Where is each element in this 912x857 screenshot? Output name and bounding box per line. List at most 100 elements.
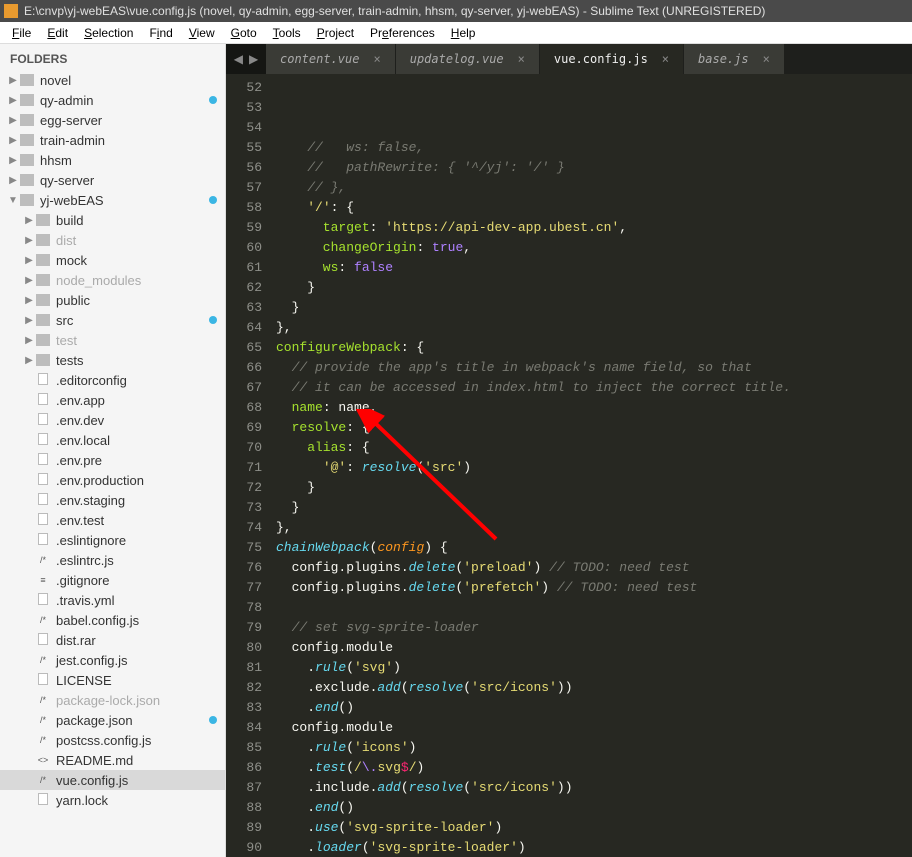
code-content[interactable]: // ws: false, // pathRewrite: { '^/yj': … <box>276 74 912 857</box>
menu-find[interactable]: Find <box>141 24 180 42</box>
sidebar[interactable]: FOLDERS ▶novel▶qy-admin▶egg-server▶train… <box>0 44 226 857</box>
code-line[interactable]: } <box>276 298 912 318</box>
file-item[interactable]: /*jest.config.js <box>0 650 225 670</box>
chevron-right-icon[interactable]: ▶ <box>24 335 34 346</box>
chevron-right-icon[interactable]: ▶ <box>8 95 18 106</box>
menu-help[interactable]: Help <box>443 24 484 42</box>
menu-preferences[interactable]: Preferences <box>362 24 443 42</box>
folder-item[interactable]: ▶qy-server <box>0 170 225 190</box>
code-line[interactable]: config.module <box>276 638 912 658</box>
folder-item[interactable]: ▶train-admin <box>0 130 225 150</box>
file-item[interactable]: .env.test <box>0 510 225 530</box>
folder-item[interactable]: ▶hhsm <box>0 150 225 170</box>
menu-tools[interactable]: Tools <box>265 24 309 42</box>
chevron-down-icon[interactable]: ▼ <box>8 195 18 206</box>
code-line[interactable]: config.plugins.delete('prefetch') // TOD… <box>276 578 912 598</box>
code-line[interactable]: // provide the app's title in webpack's … <box>276 358 912 378</box>
folder-item[interactable]: ▶node_modules <box>0 270 225 290</box>
chevron-right-icon[interactable]: ▶ <box>249 52 258 66</box>
folder-item[interactable]: ▶qy-admin <box>0 90 225 110</box>
file-item[interactable]: .eslintignore <box>0 530 225 550</box>
code-line[interactable]: .include.add(resolve('src/icons')) <box>276 778 912 798</box>
file-item[interactable]: /*package-lock.json <box>0 690 225 710</box>
code-line[interactable]: // }, <box>276 178 912 198</box>
chevron-right-icon[interactable]: ▶ <box>8 175 18 186</box>
code-line[interactable]: .rule('icons') <box>276 738 912 758</box>
folder-item[interactable]: ▶mock <box>0 250 225 270</box>
menu-selection[interactable]: Selection <box>76 24 141 42</box>
code-line[interactable]: }, <box>276 318 912 338</box>
code-line[interactable]: config.module <box>276 718 912 738</box>
code-line[interactable]: config.plugins.delete('preload') // TODO… <box>276 558 912 578</box>
chevron-right-icon[interactable]: ▶ <box>24 235 34 246</box>
tab-nav[interactable]: ◀ ▶ <box>226 44 266 74</box>
code-line[interactable]: .end() <box>276 798 912 818</box>
code-line[interactable]: .end() <box>276 698 912 718</box>
folder-tree[interactable]: ▶novel▶qy-admin▶egg-server▶train-admin▶h… <box>0 70 225 810</box>
folder-item[interactable]: ▶src <box>0 310 225 330</box>
folder-item[interactable]: ▶dist <box>0 230 225 250</box>
code-line[interactable]: configureWebpack: { <box>276 338 912 358</box>
chevron-right-icon[interactable]: ▶ <box>8 135 18 146</box>
folder-item[interactable]: ▶test <box>0 330 225 350</box>
code-line[interactable]: } <box>276 498 912 518</box>
code-line[interactable]: } <box>276 278 912 298</box>
code-line[interactable]: .loader('svg-sprite-loader') <box>276 838 912 857</box>
chevron-right-icon[interactable]: ▶ <box>8 115 18 126</box>
menu-file[interactable]: File <box>4 24 39 42</box>
chevron-right-icon[interactable]: ▶ <box>24 355 34 366</box>
code-line[interactable]: ws: false <box>276 258 912 278</box>
file-item[interactable]: yarn.lock <box>0 790 225 810</box>
folder-item[interactable]: ▶tests <box>0 350 225 370</box>
file-item[interactable]: /*vue.config.js <box>0 770 225 790</box>
code-line[interactable]: .exclude.add(resolve('src/icons')) <box>276 678 912 698</box>
code-line[interactable]: .rule('svg') <box>276 658 912 678</box>
chevron-right-icon[interactable]: ▶ <box>24 315 34 326</box>
file-item[interactable]: .travis.yml <box>0 590 225 610</box>
folder-item[interactable]: ▶egg-server <box>0 110 225 130</box>
close-icon[interactable]: × <box>373 52 380 66</box>
chevron-right-icon[interactable]: ▶ <box>24 275 34 286</box>
file-item[interactable]: .env.local <box>0 430 225 450</box>
file-item[interactable]: .env.pre <box>0 450 225 470</box>
close-icon[interactable]: × <box>518 52 525 66</box>
code-line[interactable]: // it can be accessed in index.html to i… <box>276 378 912 398</box>
code-line[interactable]: changeOrigin: true, <box>276 238 912 258</box>
file-item[interactable]: /*postcss.config.js <box>0 730 225 750</box>
code-line[interactable] <box>276 598 912 618</box>
file-item[interactable]: LICENSE <box>0 670 225 690</box>
file-item[interactable]: .env.staging <box>0 490 225 510</box>
code-line[interactable]: '/': { <box>276 198 912 218</box>
folder-item[interactable]: ▼yj-webEAS <box>0 190 225 210</box>
code-line[interactable]: .use('svg-sprite-loader') <box>276 818 912 838</box>
menu-goto[interactable]: Goto <box>223 24 265 42</box>
chevron-right-icon[interactable]: ▶ <box>24 255 34 266</box>
folder-item[interactable]: ▶build <box>0 210 225 230</box>
folder-item[interactable]: ▶public <box>0 290 225 310</box>
folder-item[interactable]: ▶novel <box>0 70 225 90</box>
close-icon[interactable]: × <box>662 52 669 66</box>
file-item[interactable]: .env.production <box>0 470 225 490</box>
code-line[interactable]: // ws: false, <box>276 138 912 158</box>
file-item[interactable]: .env.dev <box>0 410 225 430</box>
code-line[interactable]: name: name, <box>276 398 912 418</box>
code-line[interactable]: '@': resolve('src') <box>276 458 912 478</box>
code-area[interactable]: 5253545556575859606162636465666768697071… <box>226 74 912 857</box>
file-item[interactable]: /*.eslintrc.js <box>0 550 225 570</box>
close-icon[interactable]: × <box>763 52 770 66</box>
code-line[interactable]: }, <box>276 518 912 538</box>
file-item[interactable]: /*package.json <box>0 710 225 730</box>
tab[interactable]: content.vue× <box>266 44 396 74</box>
file-item[interactable]: <>README.md <box>0 750 225 770</box>
chevron-right-icon[interactable]: ▶ <box>24 215 34 226</box>
code-line[interactable]: } <box>276 478 912 498</box>
file-item[interactable]: .env.app <box>0 390 225 410</box>
chevron-right-icon[interactable]: ▶ <box>8 75 18 86</box>
file-item[interactable]: /*babel.config.js <box>0 610 225 630</box>
code-line[interactable]: // set svg-sprite-loader <box>276 618 912 638</box>
file-item[interactable]: ≡.gitignore <box>0 570 225 590</box>
tab[interactable]: vue.config.js× <box>540 44 684 74</box>
menu-project[interactable]: Project <box>309 24 362 42</box>
code-line[interactable]: resolve: { <box>276 418 912 438</box>
menu-edit[interactable]: Edit <box>39 24 76 42</box>
